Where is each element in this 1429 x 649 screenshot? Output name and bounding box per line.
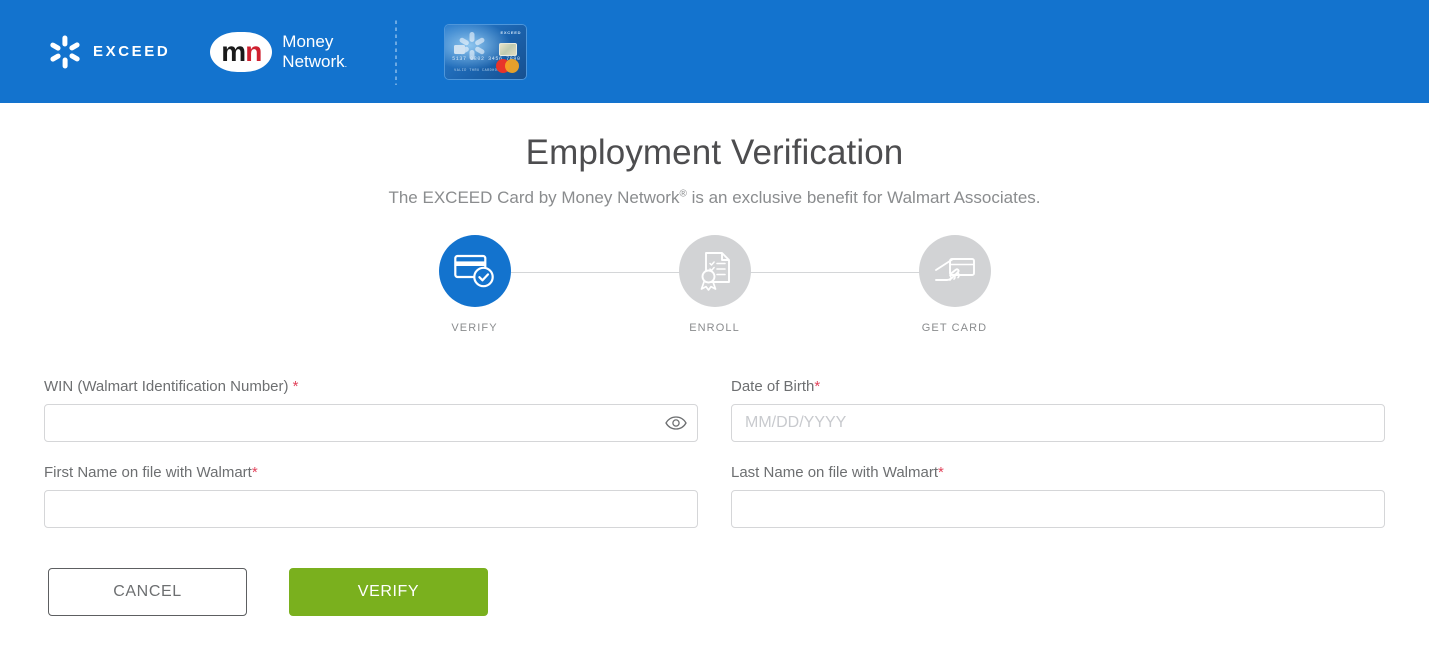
- required-asterisk: *: [293, 378, 299, 395]
- step-verify-bubble: [439, 235, 511, 307]
- date-of-birth-input[interactable]: [731, 404, 1385, 442]
- first-name-input[interactable]: [44, 490, 698, 528]
- exceed-card-image: EXCEED 5137 9802 3456 7890 VALID THRU CA…: [445, 25, 526, 79]
- last-name-input[interactable]: [731, 490, 1385, 528]
- money-network-monogram: mn: [210, 32, 272, 72]
- step-enroll-bubble: [679, 235, 751, 307]
- header-divider: [395, 19, 397, 85]
- money-network-wordmark: Money Network.: [282, 32, 347, 71]
- money-network-line1: Money: [282, 32, 347, 52]
- step-get-card-bubble: [919, 235, 991, 307]
- step-enroll[interactable]: ENROLL: [655, 235, 775, 334]
- step-verify[interactable]: VERIFY: [415, 235, 535, 334]
- registered-mark: .: [345, 59, 348, 69]
- win-input[interactable]: [44, 404, 698, 442]
- money-network-line2: Network: [282, 52, 344, 71]
- label-last-name: Last Name on file with Walmart*: [731, 464, 1385, 481]
- site-header: EXCEED mn Money Network. EXCEED 5137 980…: [0, 0, 1429, 103]
- field-date-of-birth: Date of Birth*: [731, 378, 1385, 442]
- progress-stepper: VERIFY ENROLL: [415, 235, 1015, 334]
- step-verify-label: VERIFY: [451, 322, 497, 334]
- walmart-spark-icon: [48, 35, 82, 69]
- card-check-icon: [454, 254, 496, 288]
- verification-form: WIN (Walmart Identification Number) * Da…: [44, 378, 1385, 550]
- field-first-name: First Name on file with Walmart*: [44, 464, 698, 528]
- input-wrap-first-name: [44, 490, 698, 528]
- exceed-logo-text: EXCEED: [93, 43, 170, 60]
- input-wrap-last-name: [731, 490, 1385, 528]
- label-date-of-birth: Date of Birth*: [731, 378, 1385, 395]
- step-get-card-label: GET CARD: [922, 322, 987, 334]
- registered-superscript: ®: [679, 188, 686, 199]
- input-wrap-dob: [731, 404, 1385, 442]
- page-title: Employment Verification: [0, 133, 1429, 173]
- input-wrap-win: [44, 404, 698, 442]
- required-asterisk: *: [814, 378, 820, 395]
- field-win: WIN (Walmart Identification Number) *: [44, 378, 698, 442]
- label-first-name: First Name on file with Walmart*: [44, 464, 698, 481]
- required-asterisk: *: [938, 464, 944, 481]
- label-dob-text: Date of Birth: [731, 378, 814, 395]
- step-get-card[interactable]: GET CARD: [895, 235, 1015, 334]
- page-subtitle: The EXCEED Card by Money Network® is an …: [0, 188, 1429, 208]
- label-first-name-text: First Name on file with Walmart: [44, 464, 252, 481]
- label-win-text: WIN (Walmart Identification Number): [44, 378, 293, 395]
- card-hologram: [499, 43, 517, 56]
- monogram-n: n: [245, 38, 261, 66]
- money-network-logo[interactable]: mn Money Network.: [210, 32, 347, 72]
- step-enroll-label: ENROLL: [689, 322, 740, 334]
- subtitle-part2: is an exclusive benefit for Walmart Asso…: [687, 188, 1041, 207]
- field-last-name: Last Name on file with Walmart*: [731, 464, 1385, 528]
- exceed-logo[interactable]: EXCEED: [48, 35, 170, 69]
- monogram-m: m: [221, 38, 245, 66]
- cancel-button[interactable]: CANCEL: [48, 568, 247, 616]
- hand-holding-card-icon: [933, 254, 977, 288]
- verify-button[interactable]: VERIFY: [289, 568, 488, 616]
- required-asterisk: *: [252, 464, 258, 481]
- label-last-name-text: Last Name on file with Walmart: [731, 464, 938, 481]
- card-chip-icon: [454, 45, 465, 54]
- eye-icon: [665, 416, 687, 430]
- subtitle-part1: The EXCEED Card by Money Network: [388, 188, 679, 207]
- form-actions: CANCEL VERIFY: [48, 568, 1429, 616]
- money-network-line2-wrap: Network.: [282, 52, 347, 72]
- mastercard-circle-yellow: [505, 59, 519, 73]
- mastercard-icon: [496, 59, 519, 73]
- label-win: WIN (Walmart Identification Number) *: [44, 378, 698, 395]
- toggle-win-visibility-button[interactable]: [665, 415, 687, 431]
- card-brand-text: EXCEED: [501, 30, 522, 35]
- certificate-document-icon: [697, 251, 733, 291]
